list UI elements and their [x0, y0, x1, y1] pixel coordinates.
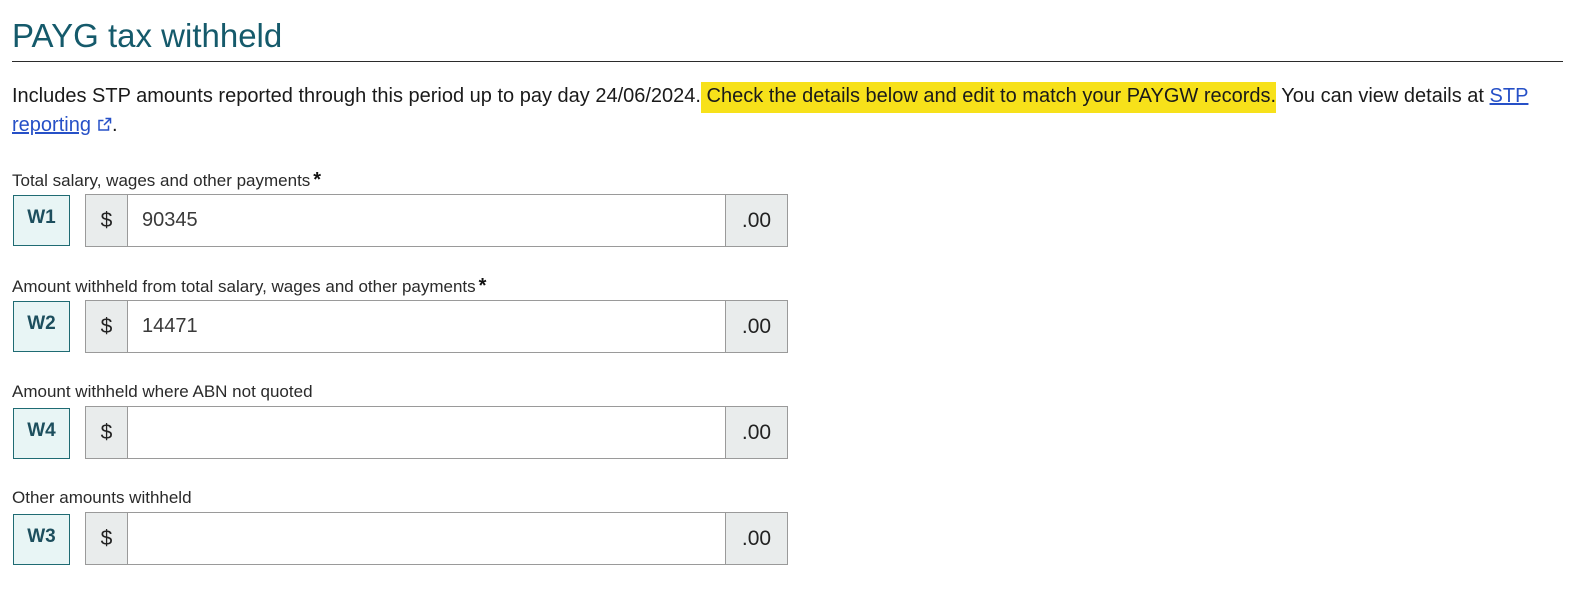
w4-currency-prefix: $	[86, 407, 128, 458]
w3-label: Other amounts withheld	[12, 488, 192, 508]
w1-label: Total salary, wages and other payments *	[12, 170, 321, 191]
external-link-icon	[97, 112, 112, 141]
w4-label-text: Amount withheld where ABN not quoted	[12, 382, 313, 401]
w2-amount-input[interactable]	[128, 301, 725, 352]
intro-trailing: .	[111, 114, 118, 136]
w2-label: Amount withheld from total salary, wages…	[12, 276, 486, 297]
w4-amount-input[interactable]	[128, 407, 725, 458]
intro-highlighted-text: Check the details below and edit to matc…	[700, 82, 1277, 113]
w3-input-group: $ .00	[85, 512, 788, 565]
w1-required-marker: *	[313, 169, 322, 191]
w2-code-badge: W2	[13, 301, 70, 352]
w1-amount-input[interactable]	[128, 195, 725, 246]
w1-code-badge: W1	[13, 195, 70, 246]
w3-cents-suffix: .00	[725, 513, 787, 564]
title-divider	[12, 61, 1563, 62]
intro-text: Includes STP amounts reported through th…	[12, 85, 701, 107]
w1-cents-suffix: .00	[725, 195, 787, 246]
w2-cents-suffix: .00	[725, 301, 787, 352]
intro-text-after: You can view details at	[1276, 85, 1490, 107]
w2-required-marker: *	[478, 275, 487, 297]
w4-cents-suffix: .00	[725, 407, 787, 458]
w1-input-group: $ .00	[85, 194, 788, 247]
w1-label-text: Total salary, wages and other payments	[12, 171, 311, 190]
w3-currency-prefix: $	[86, 513, 128, 564]
w3-amount-input[interactable]	[128, 513, 725, 564]
w2-input-group: $ .00	[85, 300, 788, 353]
w4-input-group: $ .00	[85, 406, 788, 459]
w4-label: Amount withheld where ABN not quoted	[12, 382, 313, 402]
w2-label-text: Amount withheld from total salary, wages…	[12, 277, 476, 296]
w4-code-badge: W4	[13, 408, 70, 459]
page-title: PAYG tax withheld	[12, 17, 283, 54]
w1-currency-prefix: $	[86, 195, 128, 246]
w2-currency-prefix: $	[86, 301, 128, 352]
w3-label-text: Other amounts withheld	[12, 488, 192, 507]
w3-code-badge: W3	[13, 514, 70, 565]
intro-paragraph: Includes STP amounts reported through th…	[12, 82, 1564, 141]
